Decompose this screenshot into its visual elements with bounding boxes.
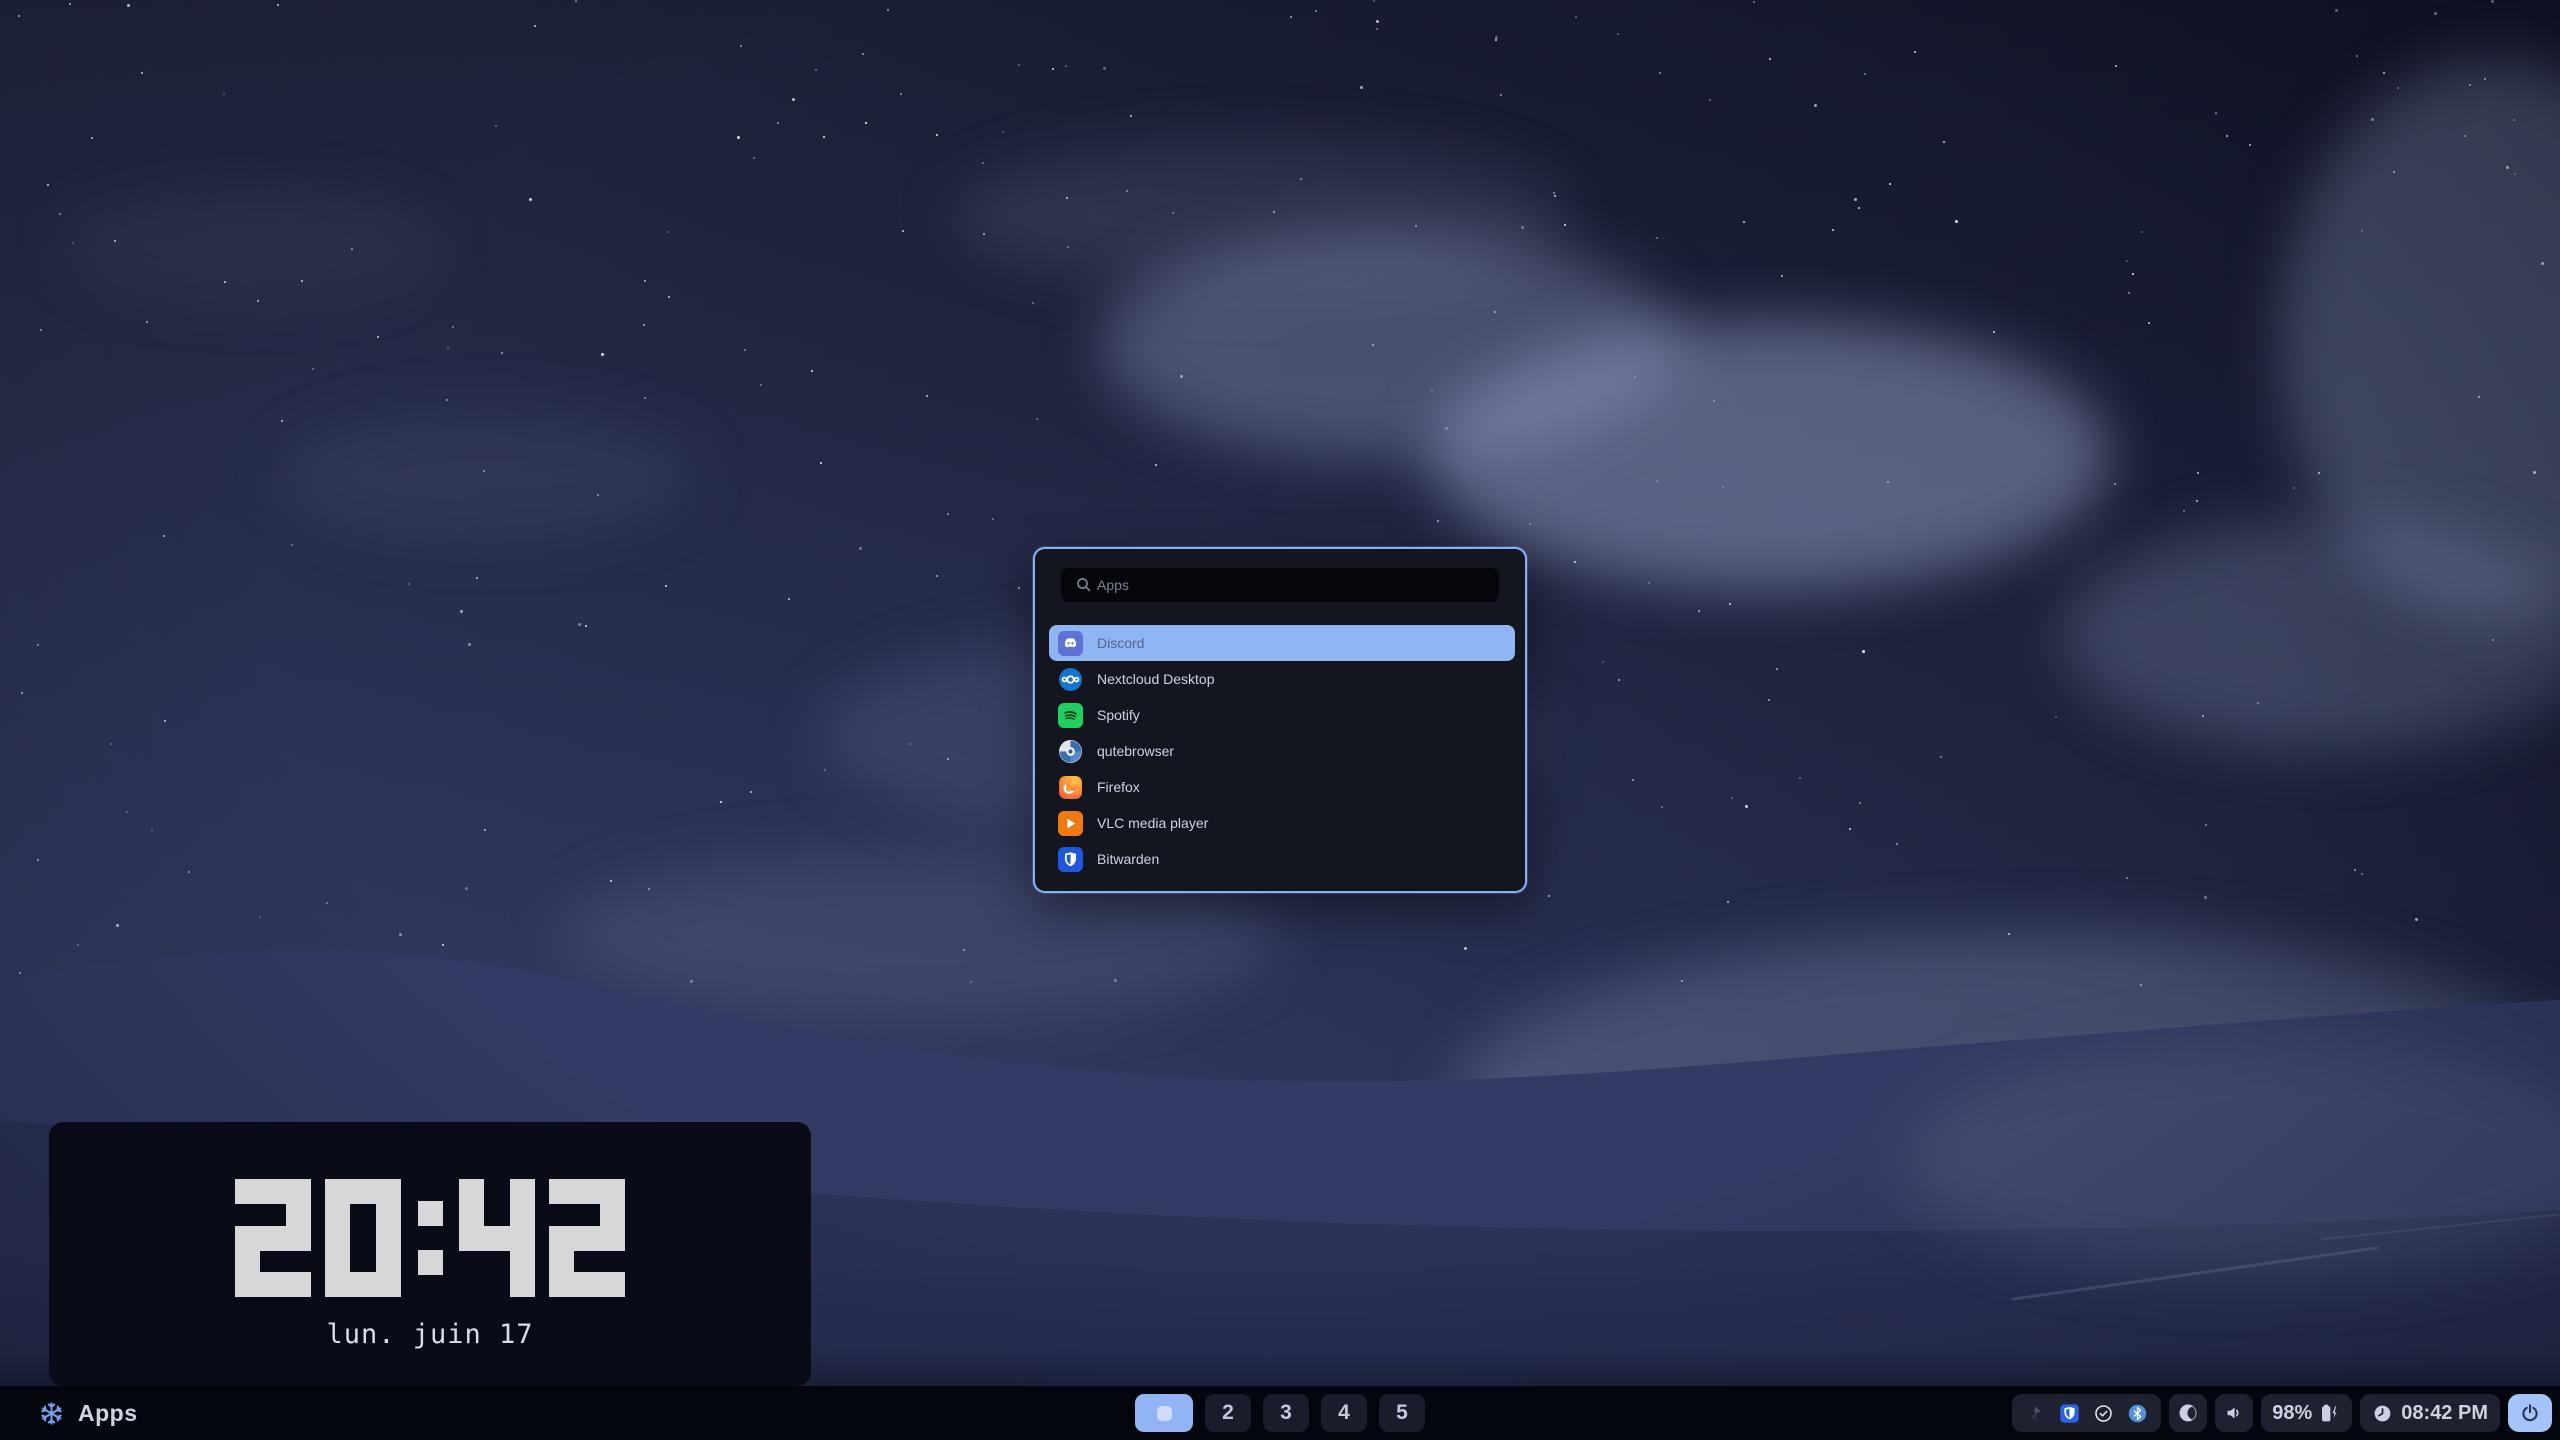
discord-icon <box>1058 631 1083 656</box>
battery-charging-icon <box>2317 1401 2341 1425</box>
launcher-item-firefox[interactable]: Firefox <box>1049 769 1515 805</box>
launcher-item-nextcloud[interactable]: Nextcloud Desktop <box>1049 661 1515 697</box>
taskbar: Apps 2 3 4 5 <box>0 1386 2560 1440</box>
power-button[interactable] <box>2508 1394 2552 1432</box>
volume-icon <box>2223 1402 2245 1424</box>
search-placeholder: Apps <box>1097 577 1129 593</box>
vlc-icon <box>1058 811 1083 836</box>
clock-indicator[interactable]: 08:42 PM <box>2360 1394 2500 1432</box>
volume-button[interactable] <box>2215 1394 2253 1432</box>
search-input[interactable]: Apps <box>1061 568 1499 602</box>
clock-date: lun. juin 17 <box>326 1319 533 1350</box>
workspace-button-5[interactable]: 5 <box>1379 1394 1425 1432</box>
clock-widget: lun. juin 17 <box>49 1122 811 1386</box>
launcher-item-spotify[interactable]: Spotify <box>1049 697 1515 733</box>
apps-menu-button[interactable]: Apps <box>38 1386 138 1440</box>
launcher-item-bitwarden[interactable]: Bitwarden <box>1049 841 1515 877</box>
status-area: 98% 08:42 PM <box>2012 1394 2552 1432</box>
active-workspace-dot <box>1157 1406 1172 1421</box>
check-circle-icon[interactable] <box>2093 1403 2114 1424</box>
clock-time-digits <box>235 1179 625 1297</box>
launcher-item-label: Firefox <box>1097 779 1140 795</box>
search-icon <box>1073 574 1095 596</box>
clock-icon <box>2372 1403 2393 1424</box>
spotify-icon <box>1058 703 1083 728</box>
workspace-switcher: 2 3 4 5 <box>1135 1394 1425 1432</box>
qutebrowser-icon <box>1058 739 1083 764</box>
launcher-item-label: Bitwarden <box>1097 851 1159 867</box>
launcher-item-vlc[interactable]: VLC media player <box>1049 805 1515 841</box>
launcher-item-label: qutebrowser <box>1097 743 1174 759</box>
launcher-item-label: Discord <box>1097 635 1144 651</box>
launcher-item-label: VLC media player <box>1097 815 1208 831</box>
system-tray <box>2012 1394 2161 1432</box>
launcher-item-label: Spotify <box>1097 707 1140 723</box>
workspace-button-4[interactable]: 4 <box>1321 1394 1367 1432</box>
bluetooth-icon[interactable] <box>2127 1403 2148 1424</box>
bitwarden-icon <box>1058 847 1083 872</box>
firefox-icon <box>1058 775 1083 800</box>
workspace-button-3[interactable]: 3 <box>1263 1394 1309 1432</box>
apps-menu-label: Apps <box>78 1400 138 1427</box>
launcher-item-qutebrowser[interactable]: qutebrowser <box>1049 733 1515 769</box>
launcher-item-discord[interactable]: Discord <box>1049 625 1515 661</box>
bitwarden-tray-icon[interactable] <box>2059 1403 2080 1424</box>
power-icon <box>2519 1402 2541 1424</box>
launcher-item-label: Nextcloud Desktop <box>1097 671 1215 687</box>
nextcloud-icon <box>1058 667 1083 692</box>
night-light-icon <box>2177 1402 2199 1424</box>
workspace-button-1[interactable] <box>1135 1394 1193 1432</box>
transfer-arrows-icon[interactable] <box>2025 1403 2046 1424</box>
night-light-button[interactable] <box>2169 1394 2207 1432</box>
nixos-logo-icon <box>38 1400 65 1427</box>
battery-percent: 98% <box>2272 1402 2312 1425</box>
battery-indicator[interactable]: 98% <box>2261 1394 2352 1432</box>
taskbar-time: 08:42 PM <box>2401 1402 2488 1425</box>
launcher-results-list: Discord Nextcloud Desktop <box>1049 625 1515 877</box>
app-launcher-window: Apps Discord Nextcloud Desktop <box>1033 547 1527 893</box>
workspace-button-2[interactable]: 2 <box>1205 1394 1251 1432</box>
